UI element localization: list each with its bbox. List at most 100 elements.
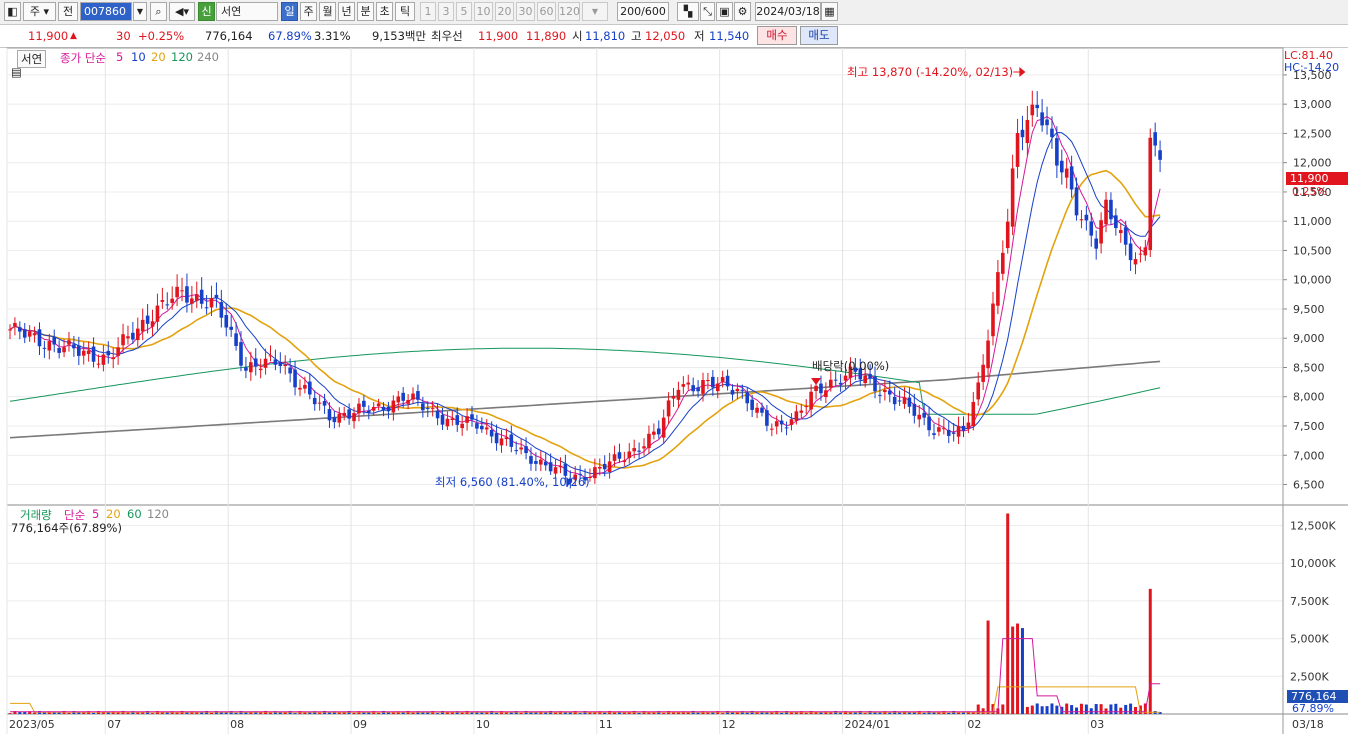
candle-body: [1153, 132, 1157, 146]
candle-body: [8, 329, 12, 331]
candle-body: [917, 414, 922, 420]
candle-body: [1128, 243, 1133, 261]
volume-bar: [1020, 628, 1024, 714]
candle-body: [445, 418, 450, 427]
candle-body: [661, 417, 666, 438]
volume-bar: [863, 713, 867, 714]
candle-body: [548, 462, 553, 472]
candle-body: [833, 379, 838, 381]
volume-bar: [1065, 703, 1069, 714]
volume-bar: [1075, 707, 1079, 714]
volume-bar: [1119, 707, 1123, 714]
chart-menu-icon[interactable]: ▤: [11, 65, 22, 79]
candle-body: [229, 326, 233, 330]
candle-body: [484, 427, 489, 430]
price-tick-label: 13,000: [1293, 98, 1332, 111]
candle-body: [676, 389, 681, 400]
candle-body: [1138, 253, 1143, 255]
candle-body: [219, 302, 224, 318]
candle-body: [1079, 219, 1084, 221]
candle-body: [1055, 138, 1059, 166]
candle-body: [18, 327, 22, 332]
x-axis-label: 03: [1090, 718, 1104, 731]
candle-body: [750, 399, 754, 410]
candle-body: [303, 384, 307, 389]
volume-bar: [67, 712, 71, 714]
candle-body: [897, 400, 902, 402]
candle-body: [116, 347, 120, 356]
dividend-annotation: 배당락(0.00%): [812, 359, 890, 373]
volume-tick-label: 7,500K: [1290, 595, 1329, 608]
candle-body: [942, 428, 946, 430]
volume-bar: [1129, 703, 1133, 714]
volume-bar: [175, 712, 179, 714]
volume-bar: [460, 712, 464, 714]
candle-body: [121, 334, 125, 346]
x-axis-label: 2023/05: [9, 718, 55, 731]
x-axis-label: 09: [353, 718, 367, 731]
volume-tick-label: 12,500K: [1290, 520, 1336, 533]
candle-body: [794, 411, 799, 421]
candle-body: [745, 392, 750, 404]
ma5-legend: 5: [116, 50, 124, 64]
candle-body: [951, 432, 956, 434]
candle-body: [656, 428, 661, 435]
volume-bar: [1055, 705, 1059, 714]
candle-body: [106, 350, 111, 356]
candle-body: [966, 422, 971, 429]
volume-tick-label: 10,000K: [1290, 557, 1336, 570]
candle-body: [1005, 221, 1010, 249]
candle-body: [1104, 199, 1108, 225]
candle-body: [391, 400, 396, 413]
candle-body: [96, 363, 101, 365]
candle-body: [652, 431, 656, 435]
candle-body: [932, 433, 936, 435]
volume-bar: [318, 712, 322, 714]
candle-body: [1010, 168, 1015, 227]
candle-body: [249, 362, 253, 373]
volume-bar: [1134, 706, 1138, 714]
price-tick-label: 7,500: [1293, 420, 1325, 433]
candle-body: [499, 438, 504, 446]
candle-body: [480, 425, 484, 430]
candle-body: [224, 315, 229, 328]
candle-body: [494, 433, 499, 444]
ma20-line: [9, 169, 1161, 469]
high-annotation: 최고 13,870 (-14.20%, 02/13): [847, 65, 1014, 79]
candle-body: [991, 303, 995, 337]
candle-body: [922, 412, 926, 418]
candle-body: [86, 350, 91, 354]
candle-body: [204, 307, 209, 309]
candle-body: [52, 337, 57, 345]
candle-body: [981, 364, 985, 382]
candle-body: [873, 376, 877, 392]
volume-bar: [268, 712, 272, 714]
candle-body: [81, 350, 86, 356]
candle-body: [907, 397, 912, 407]
candle-body: [273, 359, 278, 365]
candle-body: [843, 375, 848, 381]
candle-body: [475, 423, 479, 429]
candle-body: [283, 364, 288, 367]
candle-body: [396, 396, 401, 403]
candle-body: [406, 399, 410, 404]
candle-body: [101, 354, 106, 365]
candle-body: [524, 446, 528, 454]
x-axis-label: 12: [722, 718, 736, 731]
volume-bar: [126, 712, 130, 714]
candle-body: [288, 367, 292, 374]
volume-bar: [1001, 704, 1005, 714]
stock-chart[interactable]: 6,500 7,000 7,500 8,000 8,500 9,000 9,500 10,00…: [0, 0, 1348, 734]
candle-body: [789, 419, 794, 425]
candle-body: [1148, 137, 1153, 250]
candle-body: [799, 410, 804, 413]
candle-body: [465, 416, 469, 423]
candle-body: [956, 426, 961, 437]
volume-bar: [578, 713, 582, 714]
volume-bar: [1016, 623, 1020, 714]
candle-body: [411, 393, 415, 400]
candle-body: [961, 425, 966, 431]
volume-bar: [495, 712, 499, 714]
volume-bar: [839, 712, 843, 714]
candle-body: [165, 304, 170, 306]
